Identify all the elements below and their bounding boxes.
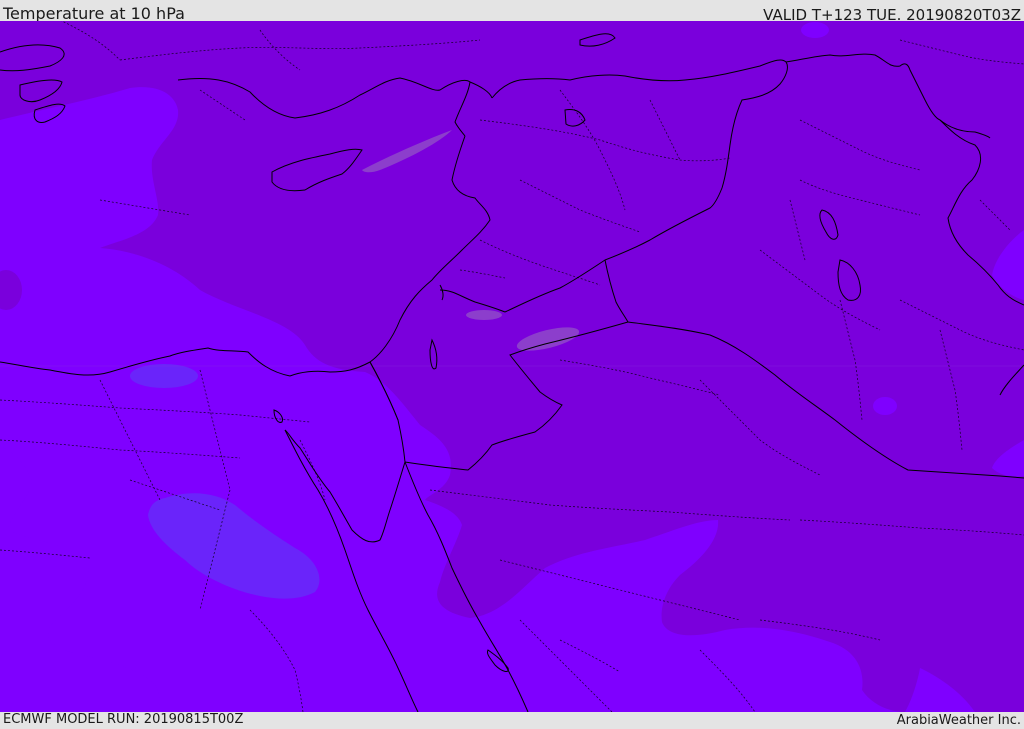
map-canvas <box>0 21 1024 712</box>
credit-label: ArabiaWeather Inc. <box>896 713 1021 728</box>
warm-spot-dead-sea <box>466 310 502 320</box>
cool-spot-iraq <box>873 397 897 415</box>
map-footer: ECMWF MODEL RUN: 20190815T00Z ArabiaWeat… <box>0 712 1024 729</box>
weather-map-page: Temperature at 10 hPa VALID T+123 TUE. 2… <box>0 0 1024 729</box>
cool-spot-north <box>801 22 829 38</box>
temperature-map <box>0 21 1024 712</box>
coolest-spot-nile <box>130 364 198 388</box>
map-header: Temperature at 10 hPa VALID T+123 TUE. 2… <box>0 0 1024 24</box>
model-run-label: ECMWF MODEL RUN: 20190815T00Z <box>3 712 244 727</box>
